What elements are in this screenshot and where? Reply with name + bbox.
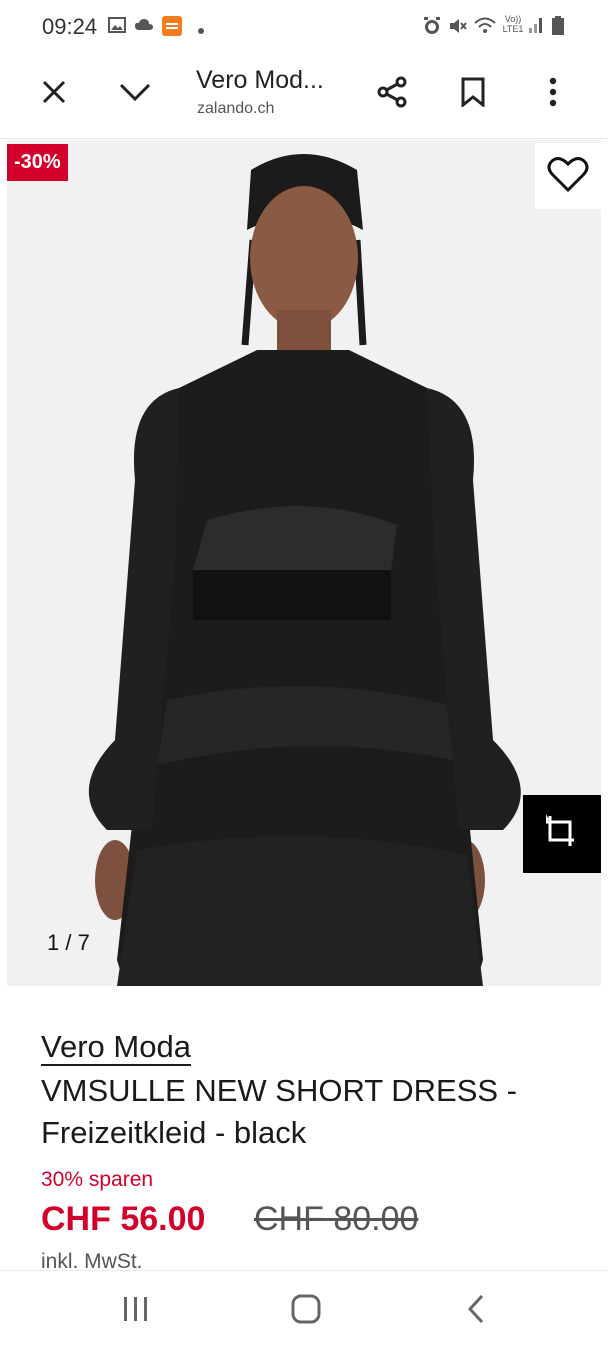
- wifi-icon: [474, 16, 496, 41]
- page-title-block[interactable]: Vero Mod... zalando.ch: [0, 56, 360, 138]
- product-name: VMSULLE NEW SHORT DRESS - Freizeitkleid …: [41, 1073, 518, 1150]
- wishlist-button[interactable]: [535, 143, 601, 209]
- share-icon: [376, 76, 408, 113]
- status-bar: 09:24 Vo)) LTE1: [0, 0, 608, 56]
- cloud-icon: [134, 16, 154, 39]
- alarm-icon: [422, 16, 442, 41]
- back-icon: [467, 1294, 485, 1329]
- image-counter: 1 / 7: [47, 930, 90, 955]
- bookmark-button[interactable]: [447, 68, 499, 120]
- volte-icon: Vo)) LTE1: [502, 14, 524, 34]
- dot-icon: [197, 22, 205, 40]
- bookmark-icon: [461, 77, 485, 112]
- page-domain: zalando.ch: [197, 100, 275, 117]
- price-current: CHF 56.00: [41, 1200, 206, 1238]
- status-time: 09:24: [42, 14, 98, 39]
- temu-app-icon: [162, 16, 182, 41]
- image-icon: [108, 16, 126, 39]
- more-vert-icon: [549, 77, 557, 112]
- more-options-button[interactable]: [527, 68, 579, 120]
- model-photo: [7, 140, 601, 986]
- crop-button[interactable]: [523, 795, 601, 873]
- back-button[interactable]: [446, 1289, 506, 1333]
- share-button[interactable]: [366, 68, 418, 120]
- product-image[interactable]: -30% 1 / 7: [7, 140, 601, 986]
- home-button[interactable]: [276, 1289, 336, 1333]
- browser-toolbar: Vero Mod... zalando.ch: [0, 56, 608, 139]
- savings-label: 30% sparen: [41, 1168, 154, 1191]
- brand-link[interactable]: Vero Moda: [41, 1030, 191, 1066]
- heart-icon: [547, 155, 589, 198]
- crop-icon: [542, 812, 582, 857]
- battery-icon: [552, 16, 564, 41]
- recent-apps-button[interactable]: [106, 1289, 166, 1333]
- system-nav-bar: [0, 1270, 608, 1351]
- home-icon: [291, 1294, 321, 1329]
- price-original: CHF 80.00: [254, 1200, 419, 1238]
- discount-badge: -30%: [7, 144, 68, 181]
- page-title: Vero Mod...: [196, 66, 324, 94]
- recent-apps-icon: [122, 1296, 150, 1327]
- mute-icon: [448, 16, 468, 41]
- signal-icon: [528, 16, 544, 39]
